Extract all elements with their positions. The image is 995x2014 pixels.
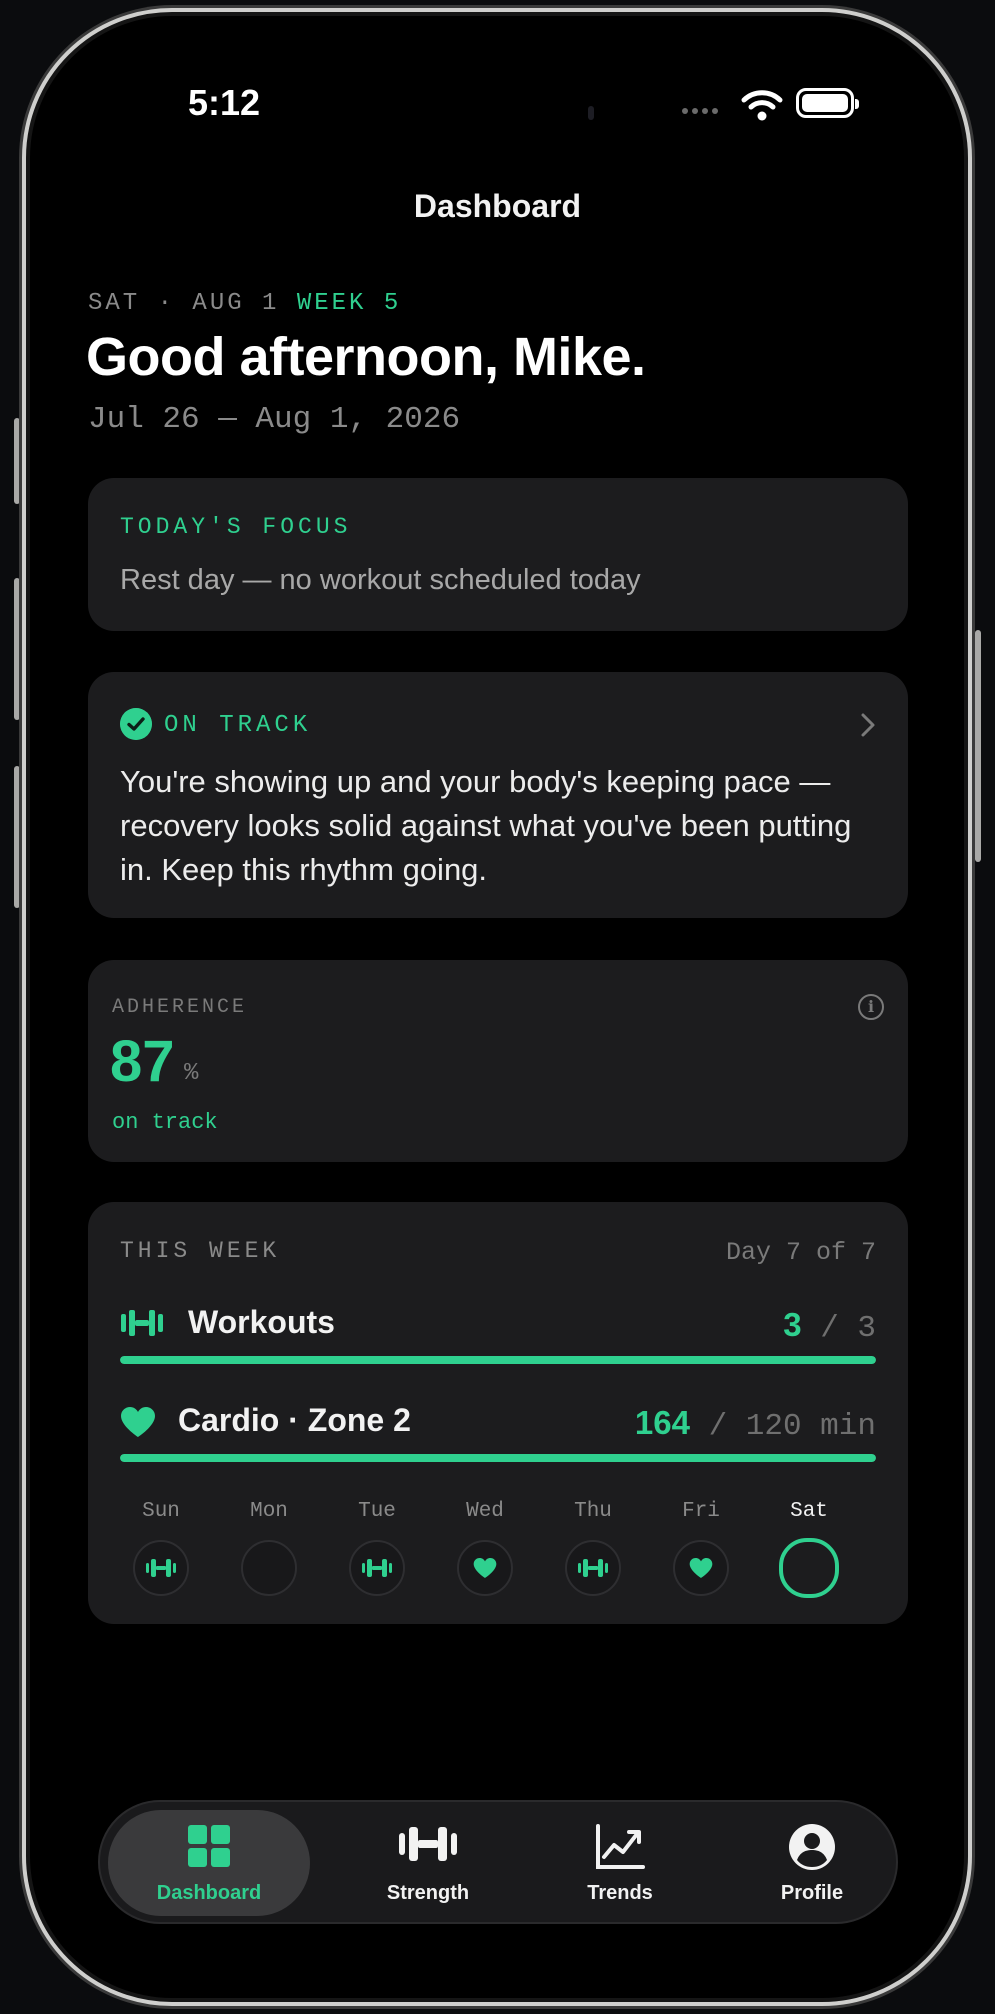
day-status-circle [457, 1540, 513, 1596]
day-status-circle [133, 1540, 189, 1596]
day-wed[interactable]: Wed [452, 1500, 518, 1596]
heart-icon [473, 1558, 497, 1578]
day-name: Mon [250, 1500, 288, 1523]
adherence-status: on track [112, 1110, 218, 1135]
dumbbell-icon [578, 1559, 608, 1577]
tab-label: Strength [386, 1882, 470, 1904]
chevron-right-icon[interactable] [860, 712, 876, 738]
volume-down-button[interactable] [14, 766, 20, 908]
battery-icon [796, 88, 859, 118]
dumbbell-icon [146, 1559, 176, 1577]
grid-icon [188, 1825, 230, 1867]
todays-focus-card: TODAY'S FOCUS Rest day — no workout sche… [88, 478, 908, 631]
heart-icon [121, 1407, 155, 1437]
tab-bar: Dashboard Strength Trends Profile [98, 1800, 898, 1924]
this-week-card: THIS WEEK Day 7 of 7 Workouts 3 / 3 Card… [88, 1202, 908, 1624]
week-label: WEEK 5 [296, 290, 402, 317]
cardio-label: Cardio · Zone 2 [178, 1402, 411, 1438]
day-status-circle [779, 1538, 839, 1598]
action-button[interactable] [14, 418, 20, 504]
workouts-row: Workouts 3 / 3 [120, 1300, 876, 1350]
cardio-done: 164 [634, 1404, 690, 1441]
focus-text: Rest day — no workout scheduled today [120, 564, 641, 596]
cardio-target: / 120 min [708, 1409, 876, 1444]
tab-label: Profile [780, 1882, 844, 1904]
workouts-target: / 3 [820, 1311, 876, 1346]
workouts-label: Workouts [188, 1304, 335, 1340]
adherence-value: 87 [110, 1029, 175, 1094]
tab-trends[interactable]: Trends [520, 1802, 720, 1922]
workouts-values: 3 / 3 [783, 1306, 876, 1346]
day-sat[interactable]: Sat [776, 1500, 842, 1598]
status-time: 5:12 [188, 82, 261, 123]
tab-profile[interactable]: Profile [712, 1802, 912, 1922]
day-name: Sun [142, 1500, 180, 1523]
wifi-icon [741, 90, 783, 121]
power-button[interactable] [975, 630, 981, 862]
dumbbell-icon [362, 1559, 392, 1577]
day-mon[interactable]: Mon [236, 1500, 302, 1596]
day-name: Wed [466, 1500, 504, 1523]
tab-label: Trends [587, 1882, 653, 1904]
greeting: Good afternoon, Mike. [86, 327, 646, 387]
day-tue[interactable]: Tue [344, 1500, 410, 1596]
day-status-circle [565, 1540, 621, 1596]
dumbbell-icon [121, 1310, 163, 1336]
day-name: Fri [682, 1500, 720, 1523]
date-line: SAT · AUG 1 WEEK 5 [88, 290, 401, 317]
status-message: You're showing up and your body's keepin… [120, 764, 852, 887]
date-label: SAT · AUG 1 [88, 290, 280, 317]
date-range: Jul 26 — Aug 1, 2026 [88, 402, 461, 437]
day-thu[interactable]: Thu [560, 1500, 626, 1596]
status-card[interactable]: ON TRACK You're showing up and your body… [88, 672, 908, 918]
check-circle-icon [120, 708, 152, 740]
cardio-values: 164 / 120 min [635, 1404, 876, 1444]
day-of-week-counter: Day 7 of 7 [725, 1238, 876, 1267]
tab-label: Dashboard [156, 1882, 262, 1904]
day-status-circle [241, 1540, 297, 1596]
info-icon[interactable]: i [858, 994, 884, 1020]
focus-label: TODAY'S FOCUS [120, 514, 352, 540]
workouts-progress-bar [120, 1356, 876, 1364]
status-label: ON TRACK [164, 712, 312, 739]
cellular-signal-icon [682, 108, 718, 114]
week-section-label: THIS WEEK [120, 1238, 281, 1264]
day-sun[interactable]: Sun [128, 1500, 194, 1596]
tab-strength[interactable]: Strength [328, 1802, 528, 1922]
day-name: Sat [790, 1500, 828, 1523]
workouts-done: 3 [783, 1306, 802, 1343]
trend-chart-icon [596, 1824, 645, 1869]
dumbbell-icon [399, 1827, 457, 1861]
workouts-progress-fill [120, 1356, 876, 1364]
cardio-row: Cardio · Zone 2 164 / 120 min [120, 1398, 876, 1448]
day-fri[interactable]: Fri [668, 1500, 734, 1596]
day-status-circle [673, 1540, 729, 1596]
profile-icon [789, 1824, 835, 1870]
week-day-strip: Sun Mon Tue Wed Thu Fri Sat [128, 1500, 884, 1600]
day-status-circle [349, 1540, 405, 1596]
day-name: Tue [358, 1500, 396, 1523]
page-title: Dashboard [413, 188, 582, 224]
heart-icon [689, 1558, 713, 1578]
cardio-progress-fill [120, 1454, 876, 1462]
adherence-unit: % [184, 1060, 199, 1087]
adherence-label: ADHERENCE [112, 996, 248, 1019]
cardio-progress-bar [120, 1454, 876, 1462]
volume-up-button[interactable] [14, 578, 20, 720]
day-name: Thu [574, 1500, 612, 1523]
adherence-card: ADHERENCE i 87 % on track [88, 960, 908, 1162]
camera-dot [588, 106, 594, 120]
tab-dashboard[interactable]: Dashboard [108, 1810, 310, 1916]
